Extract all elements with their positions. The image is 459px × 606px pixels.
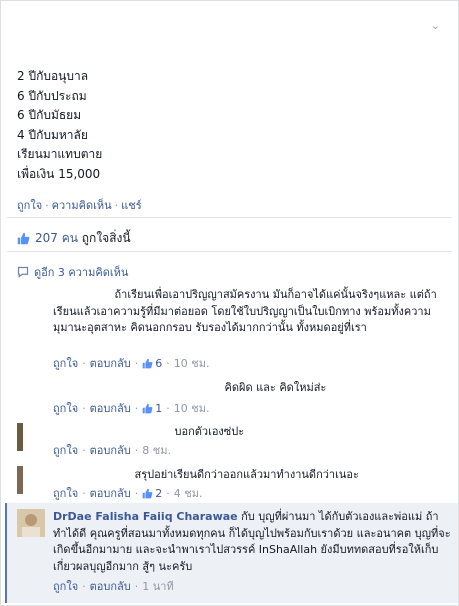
comment-like-link[interactable]: ถูกใจ xyxy=(53,441,78,459)
profile-photo-icon xyxy=(17,509,45,537)
avatar[interactable] xyxy=(17,466,23,494)
comment-text: DrDae Falisha Faiiq Charawae กับ บุญที่ผ… xyxy=(53,509,451,575)
comment-meta: ถูกใจ · ตอบกลับ · 8 ชม. xyxy=(53,441,171,459)
comment-like-link[interactable]: ถูกใจ xyxy=(53,354,78,372)
separator: · xyxy=(45,199,49,212)
comment-like-count[interactable]: 1 xyxy=(155,402,162,415)
post-line: เพื่อเงิน 15,000 xyxy=(17,166,101,181)
comment-body: บอกตัวเองซ่ปะ xyxy=(174,425,245,438)
post-line: 6 ปีกับประถม xyxy=(17,88,87,103)
comment-body: สรุปอย่าเรียนดีกว่าออกแล้วมาทำงานดีกว่าเ… xyxy=(134,468,359,481)
thumbs-up-icon xyxy=(17,232,30,245)
post-line: เรียนมาแทบตาย xyxy=(17,147,103,161)
comment-reply-link[interactable]: ตอบกลับ xyxy=(90,484,131,502)
divider xyxy=(7,251,452,252)
comment: ถ้าเรียนเพื่อเอาปริญญาสมัครงาน มันก็อาจไ… xyxy=(17,286,457,370)
comment-reply-link[interactable]: ตอบกลับ xyxy=(90,577,131,595)
post-line: 6 ปีกับมัธยม xyxy=(17,108,82,122)
comment-text: ถ้าเรียนเพื่อเอาปริญญาสมัครงาน มันก็อาจไ… xyxy=(53,286,451,337)
thumbs-up-icon xyxy=(142,488,153,498)
thumbs-up-icon xyxy=(142,358,153,368)
post-line: 4 ปีกับมหาลัย xyxy=(17,127,88,142)
comment-time[interactable]: 10 ชม. xyxy=(174,399,210,417)
post-card: ⌄ 2 ปีกับอนุบาล 6 ปีกับประถม 6 ปีกับมัธย… xyxy=(0,0,459,606)
comment-time[interactable]: 8 ชม. xyxy=(142,441,171,459)
comment-bubble-icon xyxy=(17,266,29,278)
likes-count[interactable]: 207 คน xyxy=(35,229,78,248)
comment-reply-link[interactable]: ตอบกลับ xyxy=(90,399,131,417)
comment: คิดผิด และ คิดใหม่ส่ะ ถูกใจ · ตอบกลับ · 1 ·… xyxy=(17,379,457,415)
chevron-down-icon[interactable]: ⌄ xyxy=(431,19,440,32)
avatar[interactable] xyxy=(17,379,45,407)
share-link[interactable]: แชร์ xyxy=(121,199,141,212)
thumbs-up-icon xyxy=(142,403,153,413)
comment-time[interactable]: 10 ชม. xyxy=(174,354,210,372)
comment-text: สรุปอย่าเรียนดีกว่าออกแล้วมาทำงานดีกว่าเ… xyxy=(53,466,451,484)
comment-link[interactable]: ความคิดเห็น xyxy=(52,199,112,212)
comment: DrDae Falisha Faiiq Charawae กับ บุญที่ผ… xyxy=(17,509,457,597)
post-line: 2 ปีกับอนุบาล xyxy=(17,69,89,83)
comment-meta: ถูกใจ · ตอบกลับ · 2 · 4 ชม. xyxy=(53,484,202,502)
likes-summary: 207 คน ถูกใจสิ่งนี้ xyxy=(17,229,131,248)
divider xyxy=(7,217,452,218)
avatar[interactable] xyxy=(17,509,45,537)
comment-like-link[interactable]: ถูกใจ xyxy=(53,484,78,502)
like-link[interactable]: ถูกใจ xyxy=(17,199,42,212)
post-body: 2 ปีกับอนุบาล 6 ปีกับประถม 6 ปีกับมัธยม … xyxy=(17,67,417,184)
view-more-comments[interactable]: ดูอีก 3 ความคิดเห็น xyxy=(17,263,128,281)
comment-like-link[interactable]: ถูกใจ xyxy=(53,577,78,595)
comment-like-count[interactable]: 2 xyxy=(155,487,162,500)
comment-author[interactable] xyxy=(53,466,131,478)
comment-time[interactable]: 1 นาที xyxy=(142,577,173,595)
avatar[interactable] xyxy=(17,286,45,314)
comment-author[interactable] xyxy=(53,423,171,435)
separator: · xyxy=(114,199,119,212)
comment-author[interactable]: DrDae Falisha Faiiq Charawae xyxy=(53,510,238,523)
comment-body: ถ้าเรียนเพื่อเอาปริญญาสมัครงาน มันก็อาจไ… xyxy=(53,288,437,334)
comment: สรุปอย่าเรียนดีกว่าออกแล้วมาทำงานดีกว่าเ… xyxy=(17,466,457,500)
post-actions: ถูกใจ · ความคิดเห็น · แชร์ xyxy=(17,196,142,214)
comment-reply-link[interactable]: ตอบกลับ xyxy=(90,354,131,372)
comment-meta: ถูกใจ · ตอบกลับ · 1 นาที xyxy=(53,577,174,595)
comment-author[interactable] xyxy=(53,286,111,298)
comment-like-link[interactable]: ถูกใจ xyxy=(53,399,78,417)
comment-author[interactable] xyxy=(53,379,221,391)
comment-reply-link[interactable]: ตอบกลับ xyxy=(90,441,131,459)
avatar[interactable] xyxy=(17,423,23,451)
likes-text: ถูกใจสิ่งนี้ xyxy=(81,231,131,245)
comment: บอกตัวเองซ่ปะ ถูกใจ · ตอบกลับ · 8 ชม. xyxy=(17,423,457,459)
comment-text: คิดผิด และ คิดใหม่ส่ะ xyxy=(53,379,451,397)
comment-like-count[interactable]: 6 xyxy=(155,357,162,370)
comment-body: คิดผิด และ คิดใหม่ส่ะ xyxy=(224,381,327,394)
comment-meta: ถูกใจ · ตอบกลับ · 1 · 10 ชม. xyxy=(53,399,209,417)
comment-text: บอกตัวเองซ่ปะ xyxy=(53,423,451,441)
view-more-label[interactable]: ดูอีก 3 ความคิดเห็น xyxy=(34,263,128,281)
comment-time[interactable]: 4 ชม. xyxy=(174,484,203,502)
comment-meta: ถูกใจ · ตอบกลับ · 6 · 10 ชม. xyxy=(53,354,209,372)
